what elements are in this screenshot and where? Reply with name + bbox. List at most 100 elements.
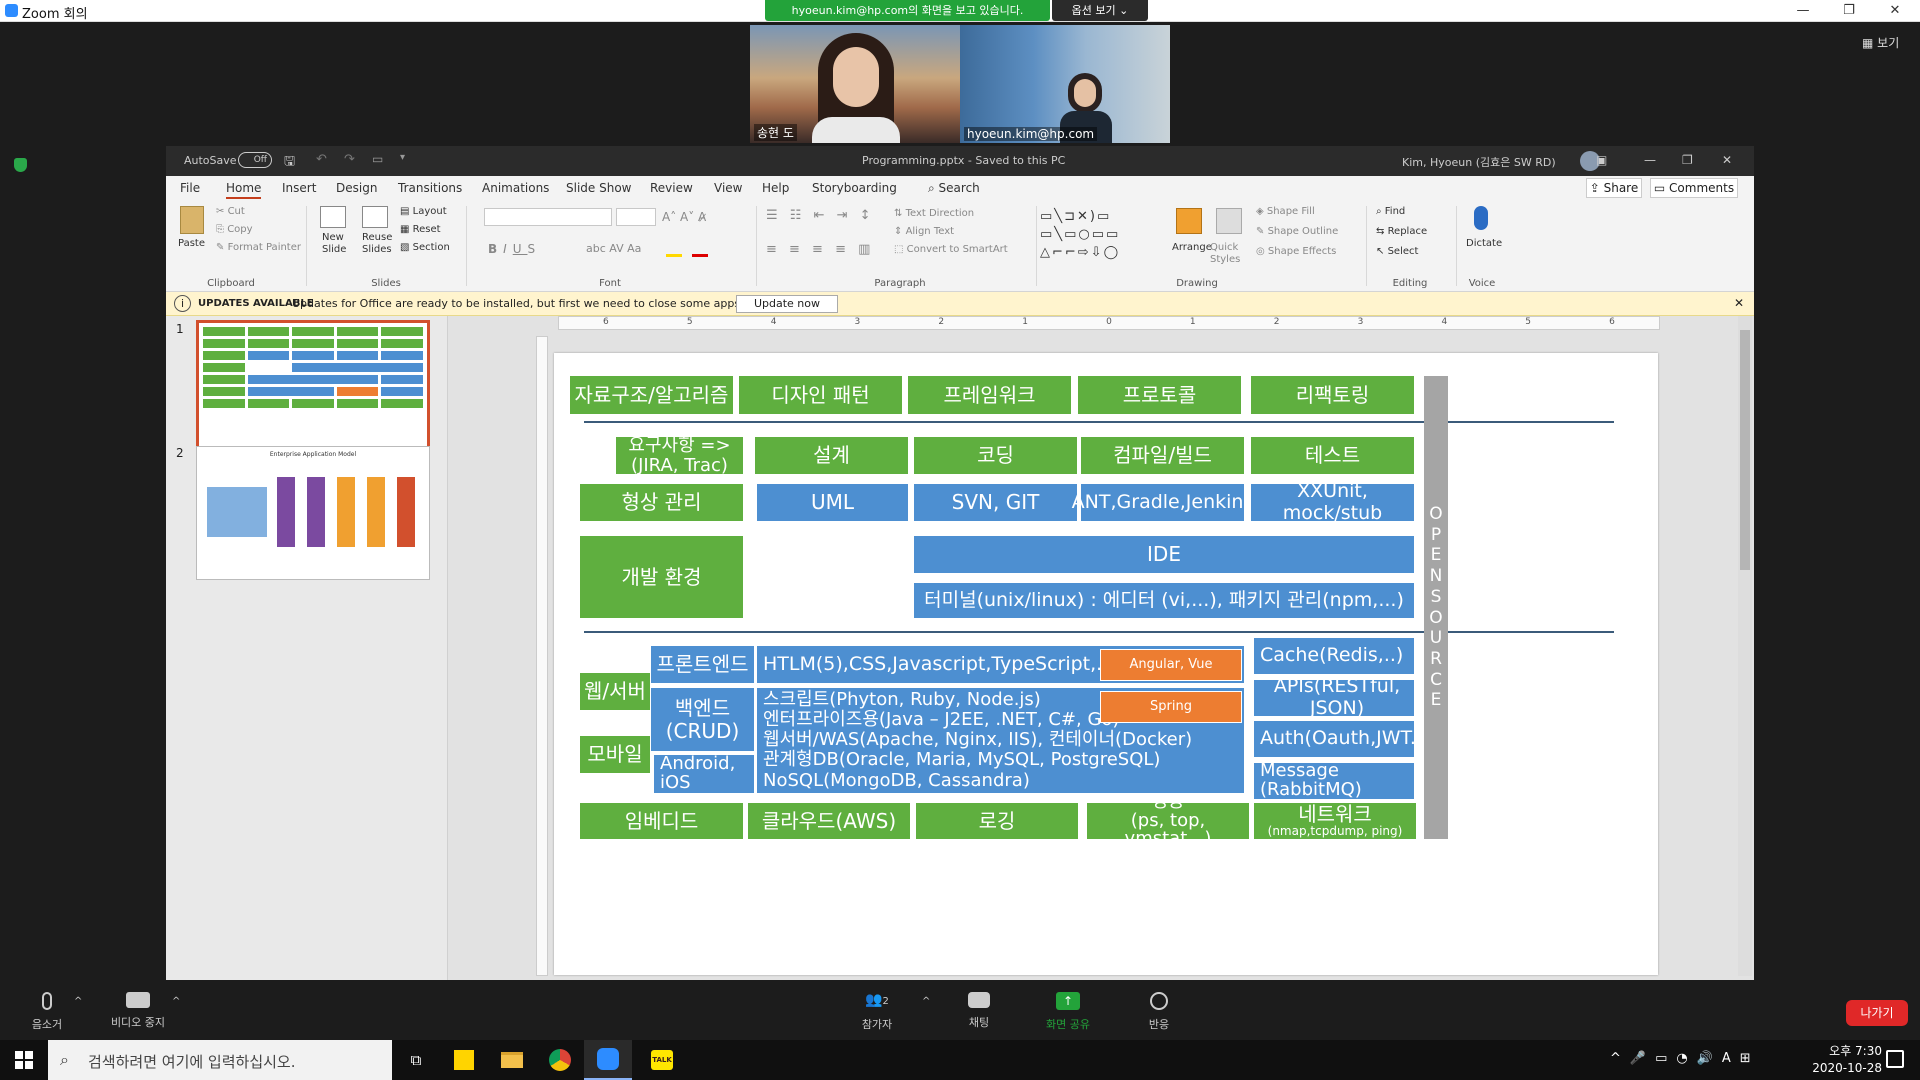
kakaotalk-icon[interactable]: TALK (638, 1040, 686, 1080)
frontend-frameworks: Angular, Vue (1100, 649, 1242, 681)
tab-storyboarding[interactable]: Storyboarding (812, 181, 897, 195)
list-icons[interactable]: ☰ ☷ ⇤ ⇥ ↕ (766, 208, 875, 223)
leave-meeting-button[interactable]: 나가기 (1846, 1000, 1908, 1026)
stop-video-button[interactable]: 비디오 중지 (100, 992, 176, 1030)
vertical-scrollbar[interactable] (1738, 316, 1752, 976)
ribbon-search[interactable]: ⌕ Search (928, 181, 980, 196)
chrome-icon[interactable] (536, 1040, 584, 1080)
copy-icon: ⎘ (216, 224, 228, 235)
paste-icon[interactable] (180, 206, 204, 234)
ppt-minimize-button[interactable]: — (1644, 153, 1656, 167)
tab-insert[interactable]: Insert (282, 181, 316, 195)
sticky-notes-icon[interactable] (440, 1040, 488, 1080)
video-tile-2[interactable]: hyoeun.kim@hp.com (960, 25, 1170, 143)
tab-slide-show[interactable]: Slide Show (566, 181, 631, 195)
taskbar-search[interactable]: ⌕ 검색하려면 여기에 입력하십시오. (48, 1040, 392, 1080)
reuse-slides-button[interactable]: Reuse Slides (362, 232, 396, 256)
font-color-icon[interactable] (692, 254, 708, 257)
mute-button[interactable]: 음소거 (22, 992, 72, 1032)
section-button[interactable]: ▧ Section (400, 242, 450, 253)
chat-button[interactable]: 채팅 (954, 992, 1004, 1030)
view-options-button[interactable]: 옵션 보기 ⌄ (1052, 0, 1148, 21)
share-button[interactable]: ⇪ Share (1586, 178, 1642, 198)
audio-options-icon[interactable]: ^ (74, 996, 82, 1007)
system-tray-icons[interactable]: ^🎤▭◔🔊A⊞ (1610, 1051, 1760, 1066)
shapes-gallery[interactable]: ▭╲⊐✕)▭ ▭╲▭○▭▭ △⌐⌐⇨⇩◯ (1040, 208, 1150, 262)
tab-transitions[interactable]: Transitions (398, 181, 462, 195)
font-name-select[interactable] (484, 208, 612, 226)
arrange-icon[interactable] (1176, 208, 1202, 234)
comments-button[interactable]: ▭ Comments (1650, 178, 1738, 198)
cut-button[interactable]: ✂ Cut (216, 206, 245, 217)
participants-options-icon[interactable]: ^ (922, 996, 930, 1007)
find-button[interactable]: ⌕ Find (1376, 206, 1405, 217)
char-spacing-icon[interactable]: abc AV Aa (586, 242, 641, 255)
layout-button[interactable]: ▤ Layout (400, 206, 447, 217)
video-tile-1[interactable]: 송현 도 (750, 25, 960, 143)
taskbar-clock[interactable]: 오후 7:30 2020-10-28 (1790, 1043, 1882, 1077)
quick-styles-button[interactable]: Quick Styles (1210, 242, 1250, 266)
view-button[interactable]: ▦ 보기 (1862, 34, 1899, 51)
ppt-close-button[interactable]: ✕ (1722, 153, 1732, 167)
tab-help[interactable]: Help (762, 181, 789, 195)
slide-thumbnail-2[interactable]: Enterprise Application Model (196, 446, 430, 580)
font-size-select[interactable] (616, 208, 656, 226)
align-text-button[interactable]: ⇕ Align Text (894, 226, 954, 237)
file-explorer-icon[interactable] (488, 1040, 536, 1080)
dictate-button[interactable]: Dictate (1466, 238, 1502, 249)
font-size-grow-icon[interactable]: A˄ A˅ A̷ (662, 210, 706, 224)
participants-button[interactable]: 👥2 참가자 (852, 992, 902, 1032)
slide-canvas[interactable]: 자료구조/알고리즘 디자인 패턴 프레임워크 프로토콜 리팩토링 요구사항 =>… (554, 353, 1658, 975)
scrollbar-thumb[interactable] (1740, 330, 1750, 570)
new-slide-button[interactable]: New Slide (322, 232, 356, 256)
reset-button[interactable]: ▦ Reset (400, 224, 441, 235)
zoom-taskbar-icon[interactable] (584, 1040, 632, 1080)
close-bar-icon[interactable]: ✕ (1734, 296, 1744, 310)
save-icon[interactable]: 🖫 (284, 152, 295, 174)
shape-effects-button[interactable]: ◎ Shape Effects (1256, 246, 1336, 257)
highlight-color-icon[interactable] (666, 254, 682, 257)
text-direction-button[interactable]: ⇅ Text Direction (894, 208, 974, 219)
tab-view[interactable]: View (714, 181, 742, 195)
minimize-button[interactable]: — (1780, 1, 1826, 21)
microphone-icon[interactable] (1474, 206, 1488, 230)
update-now-button[interactable]: Update now (736, 295, 838, 313)
tab-home[interactable]: Home (226, 181, 262, 199)
select-button[interactable]: ↖ Select (1376, 246, 1418, 257)
redo-icon[interactable]: ↷ (344, 152, 355, 167)
paste-button[interactable]: Paste (178, 238, 205, 249)
ppt-maximize-button[interactable]: ❐ (1682, 153, 1693, 167)
shape-fill-button[interactable]: ◈ Shape Fill (1256, 206, 1315, 217)
autosave-toggle[interactable]: Off (238, 152, 272, 168)
windows-start-button[interactable] (0, 1040, 48, 1080)
close-button[interactable]: ✕ (1872, 1, 1918, 21)
tab-design[interactable]: Design (336, 181, 377, 195)
arrange-button[interactable]: Arrange (1172, 242, 1212, 253)
maximize-button[interactable]: ❐ (1826, 1, 1872, 21)
replace-button[interactable]: ⇆ Replace (1376, 226, 1427, 237)
tab-animations[interactable]: Animations (482, 181, 549, 195)
undo-icon[interactable]: ↶ (316, 152, 327, 167)
notification-center-icon[interactable] (1886, 1050, 1904, 1068)
tab-file[interactable]: File (180, 181, 200, 195)
quick-styles-icon[interactable] (1216, 208, 1242, 234)
video-options-icon[interactable]: ^ (172, 996, 180, 1007)
present-icon[interactable]: ▭ (372, 152, 383, 166)
reactions-button[interactable]: 반응 (1134, 992, 1184, 1032)
tab-review[interactable]: Review (650, 181, 693, 195)
slide-thumbnail-1[interactable] (196, 320, 430, 454)
reuse-slides-icon[interactable] (362, 206, 388, 228)
ruler-tick: 0 (1106, 317, 1112, 327)
align-icons[interactable]: ≡ ≡ ≡ ≡ ▥ (766, 242, 874, 257)
copy-button[interactable]: ⎘ Copy (216, 224, 253, 235)
share-screen-button[interactable]: ↑ 화면 공유 (1036, 992, 1100, 1032)
font-format-icons[interactable]: BIUS (488, 242, 541, 256)
divider-line (584, 631, 1614, 633)
format-painter-button[interactable]: ✎ Format Painter (216, 242, 301, 253)
customize-qat-icon[interactable]: ▾ (400, 152, 405, 163)
convert-smartart-button[interactable]: ⬚ Convert to SmartArt (894, 244, 1008, 255)
shape-outline-button[interactable]: ✎ Shape Outline (1256, 226, 1338, 237)
task-view-icon[interactable]: ⧉ (392, 1040, 440, 1080)
new-slide-icon[interactable] (320, 206, 346, 228)
ribbon-display-icon[interactable]: ▣ (1596, 153, 1607, 167)
